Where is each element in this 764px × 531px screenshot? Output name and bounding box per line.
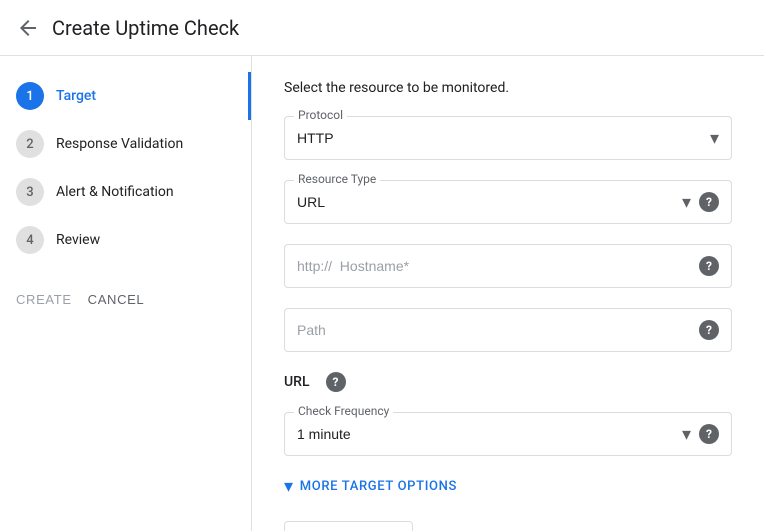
check-frequency-chevron-icon: ▾ bbox=[682, 424, 691, 445]
resource-type-select-wrapper[interactable]: URL Instance App Engine ▾ bbox=[297, 192, 691, 213]
check-frequency-field-group: Check Frequency 1 minute 5 minutes 10 mi… bbox=[284, 412, 732, 456]
step-circle-1: 1 bbox=[16, 82, 44, 110]
resource-type-label: Resource Type bbox=[294, 172, 380, 186]
sidebar-item-review[interactable]: 4 Review bbox=[0, 216, 251, 264]
page-title: Create Uptime Check bbox=[52, 16, 239, 40]
resource-type-chevron-icon: ▾ bbox=[682, 192, 691, 213]
url-help-icon[interactable]: ? bbox=[326, 372, 346, 392]
content-subtitle: Select the resource to be monitored. bbox=[284, 80, 732, 96]
more-target-options-label: MORE TARGET OPTIONS bbox=[300, 479, 457, 494]
resource-type-help-icon[interactable]: ? bbox=[699, 192, 719, 212]
step-circle-3: 3 bbox=[16, 178, 44, 206]
check-frequency-field-row: 1 minute 5 minutes 10 minutes 15 minutes… bbox=[284, 412, 732, 456]
sidebar-item-target[interactable]: 1 Target bbox=[0, 72, 251, 120]
back-button[interactable] bbox=[16, 16, 40, 40]
hostname-help-icon[interactable]: ? bbox=[699, 256, 719, 276]
resource-type-field-group: Resource Type URL Instance App Engine ▾ … bbox=[284, 180, 732, 224]
check-frequency-help-icon[interactable]: ? bbox=[699, 424, 719, 444]
check-frequency-select-wrapper[interactable]: 1 minute 5 minutes 10 minutes 15 minutes… bbox=[297, 424, 691, 445]
protocol-label: Protocol bbox=[294, 108, 347, 122]
path-field-group: ? bbox=[284, 308, 732, 352]
resource-type-field-row: URL Instance App Engine ▾ ? bbox=[284, 180, 732, 224]
create-button[interactable]: CREATE bbox=[16, 288, 72, 311]
path-field-row: ? bbox=[284, 308, 732, 352]
expand-icon: ▾ bbox=[284, 476, 294, 497]
step-circle-4: 4 bbox=[16, 226, 44, 254]
protocol-chevron-icon: ▾ bbox=[710, 128, 719, 149]
step-label-target: Target bbox=[56, 88, 96, 104]
step-label-alert-notification: Alert & Notification bbox=[56, 184, 174, 200]
hostname-input[interactable] bbox=[297, 258, 691, 274]
protocol-field-row: HTTP HTTPS TCP ▾ bbox=[284, 116, 732, 160]
resource-type-select[interactable]: URL Instance App Engine bbox=[297, 194, 678, 210]
protocol-field-group: Protocol HTTP HTTPS TCP ▾ bbox=[284, 116, 732, 160]
check-frequency-label: Check Frequency bbox=[294, 404, 393, 418]
more-target-options-link[interactable]: ▾ MORE TARGET OPTIONS bbox=[284, 476, 732, 497]
content-panel: Select the resource to be monitored. Pro… bbox=[252, 56, 764, 531]
protocol-select[interactable]: HTTP HTTPS TCP bbox=[297, 130, 706, 146]
step-label-response-validation: Response Validation bbox=[56, 136, 183, 152]
sidebar-item-response-validation[interactable]: 2 Response Validation bbox=[0, 120, 251, 168]
url-label-row: URL ? bbox=[284, 372, 732, 392]
step-circle-2: 2 bbox=[16, 130, 44, 158]
hostname-field-row: ? bbox=[284, 244, 732, 288]
continue-button[interactable]: CONTINUE bbox=[284, 521, 413, 531]
path-input[interactable] bbox=[297, 322, 691, 338]
sidebar: 1 Target 2 Response Validation 3 Alert &… bbox=[0, 56, 252, 531]
step-label-review: Review bbox=[56, 232, 100, 248]
sidebar-actions: CREATE CANCEL bbox=[0, 272, 251, 327]
sidebar-item-alert-notification[interactable]: 3 Alert & Notification bbox=[0, 168, 251, 216]
check-frequency-select[interactable]: 1 minute 5 minutes 10 minutes 15 minutes bbox=[297, 426, 678, 442]
hostname-field-group: ? bbox=[284, 244, 732, 288]
url-label: URL bbox=[284, 374, 310, 390]
protocol-select-wrapper[interactable]: HTTP HTTPS TCP ▾ bbox=[297, 128, 719, 149]
path-help-icon[interactable]: ? bbox=[699, 320, 719, 340]
cancel-button[interactable]: CANCEL bbox=[88, 288, 145, 311]
